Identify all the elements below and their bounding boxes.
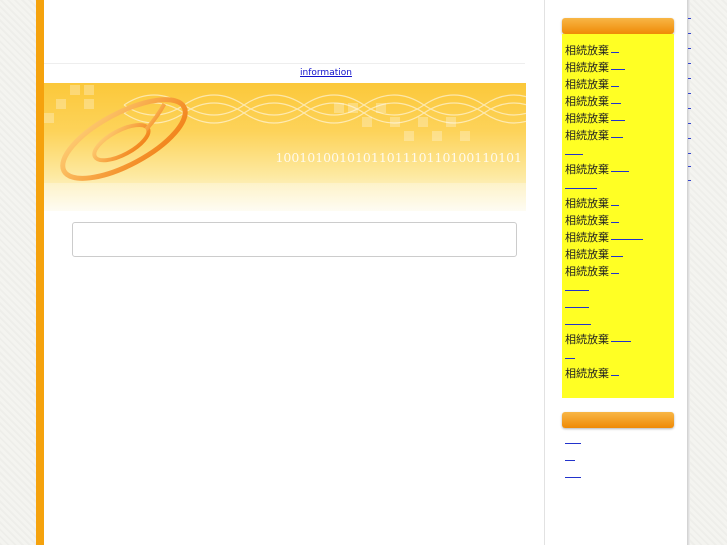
sidebar-item-label: 相続放棄 xyxy=(565,163,609,176)
sidebar-item-label: 相続放棄 xyxy=(565,112,609,125)
link-underline xyxy=(611,222,619,223)
sidebar-menu: 相続放棄 相続放棄 相続放棄 相続放棄 相続放棄 相続放棄 相続放棄 相続放棄 相続放棄 相続放棄… xyxy=(562,34,674,398)
link-underline xyxy=(565,460,575,461)
nav-link-6[interactable]: ​ xyxy=(477,68,493,79)
sidebar-item[interactable]: 相続放棄 xyxy=(565,230,643,245)
sidebar-item[interactable]: 相続放棄 xyxy=(565,77,619,92)
link-underline xyxy=(611,256,623,257)
link-underline xyxy=(611,239,643,240)
sidebar-link-2[interactable] xyxy=(565,449,575,461)
sidebar-item[interactable]: 相続放棄 xyxy=(565,264,619,279)
top-navigation: ​ ​ ​ information ​ ​ xyxy=(44,63,525,84)
sidebar-item[interactable] xyxy=(565,179,597,194)
link-underline xyxy=(611,205,619,206)
sidebar-header-1 xyxy=(562,18,674,34)
sidebar-item[interactable]: 相続放棄 xyxy=(565,94,621,109)
sidebar-item-label: 相続放棄 xyxy=(565,333,609,346)
sidebar-item-label: 相続放棄 xyxy=(565,248,609,261)
column-divider xyxy=(544,0,545,545)
banner-graphic: 1001010010101101110110100110101 xyxy=(44,85,526,211)
link-underline xyxy=(611,120,625,121)
at-sign-icon xyxy=(60,97,188,181)
link-underline xyxy=(611,171,629,172)
sidebar-link-3[interactable] xyxy=(565,466,581,478)
header-banner: 1001010010101101110110100110101 xyxy=(44,83,526,211)
link-underline xyxy=(611,86,619,87)
sidebar-item-label: 相続放棄 xyxy=(565,265,609,278)
sidebar-item-label: 相続放棄 xyxy=(565,231,609,244)
link-underline xyxy=(611,375,619,376)
link-underline xyxy=(611,69,625,70)
sidebar-item[interactable] xyxy=(565,298,589,313)
sidebar-item[interactable]: 相続放棄 xyxy=(565,111,625,126)
sidebar-item[interactable]: 相続放棄 xyxy=(565,366,619,381)
sidebar-item[interactable] xyxy=(565,145,583,160)
content-box xyxy=(72,222,517,257)
link-underline xyxy=(611,341,631,342)
link-underline xyxy=(565,154,583,155)
link-underline xyxy=(565,188,597,189)
nav-link-1[interactable]: ​ xyxy=(80,68,88,79)
link-underline xyxy=(565,477,581,478)
sidebar-item-label: 相続放棄 xyxy=(565,214,609,227)
link-underline xyxy=(611,137,623,138)
sidebar-item[interactable]: 相続放棄 xyxy=(565,60,625,75)
nav-link-5[interactable]: ​ xyxy=(400,68,411,79)
link-underline xyxy=(565,443,581,444)
sidebar-item[interactable]: 相続放棄 xyxy=(565,332,631,347)
link-underline xyxy=(565,324,591,325)
sidebar-item[interactable]: 相続放棄 xyxy=(565,128,623,143)
sidebar-item-label: 相続放棄 xyxy=(565,367,609,380)
sidebar-item-label: 相続放棄 xyxy=(565,78,609,91)
sidebar-item[interactable]: 相続放棄 xyxy=(565,247,623,262)
sidebar-item[interactable] xyxy=(565,281,589,296)
link-underline xyxy=(611,103,621,104)
sidebar-item-label: 相続放棄 xyxy=(565,61,609,74)
page-right-edge xyxy=(687,0,690,545)
sidebar-item[interactable] xyxy=(565,315,591,330)
link-underline xyxy=(565,290,589,291)
sidebar-item-label: 相続放棄 xyxy=(565,129,609,142)
nav-link-information[interactable]: information xyxy=(300,68,352,79)
nav-link-2[interactable]: ​ xyxy=(157,68,170,79)
sidebar-item[interactable]: 相続放棄 xyxy=(565,162,629,177)
link-underline xyxy=(611,273,619,274)
sidebar-item[interactable]: 相続放棄 xyxy=(565,196,619,211)
sidebar-header-2 xyxy=(562,412,674,428)
sidebar-item[interactable]: 相続放棄 xyxy=(565,213,619,228)
sidebar-item-label: 相続放棄 xyxy=(565,95,609,108)
link-underline xyxy=(611,52,619,53)
nav-link-3[interactable]: ​ xyxy=(236,68,250,79)
sidebar-item-label: 相続放棄 xyxy=(565,44,609,57)
left-accent-bar xyxy=(36,0,44,545)
sidebar-item-label: 相続放棄 xyxy=(565,197,609,210)
sidebar-item[interactable] xyxy=(565,349,575,364)
banner-binary-text: 1001010010101101110110100110101 xyxy=(275,150,522,165)
link-underline xyxy=(565,358,575,359)
sidebar-item[interactable]: 相続放棄 xyxy=(565,43,619,58)
sidebar-link-1[interactable] xyxy=(565,432,581,444)
link-underline xyxy=(565,307,589,308)
